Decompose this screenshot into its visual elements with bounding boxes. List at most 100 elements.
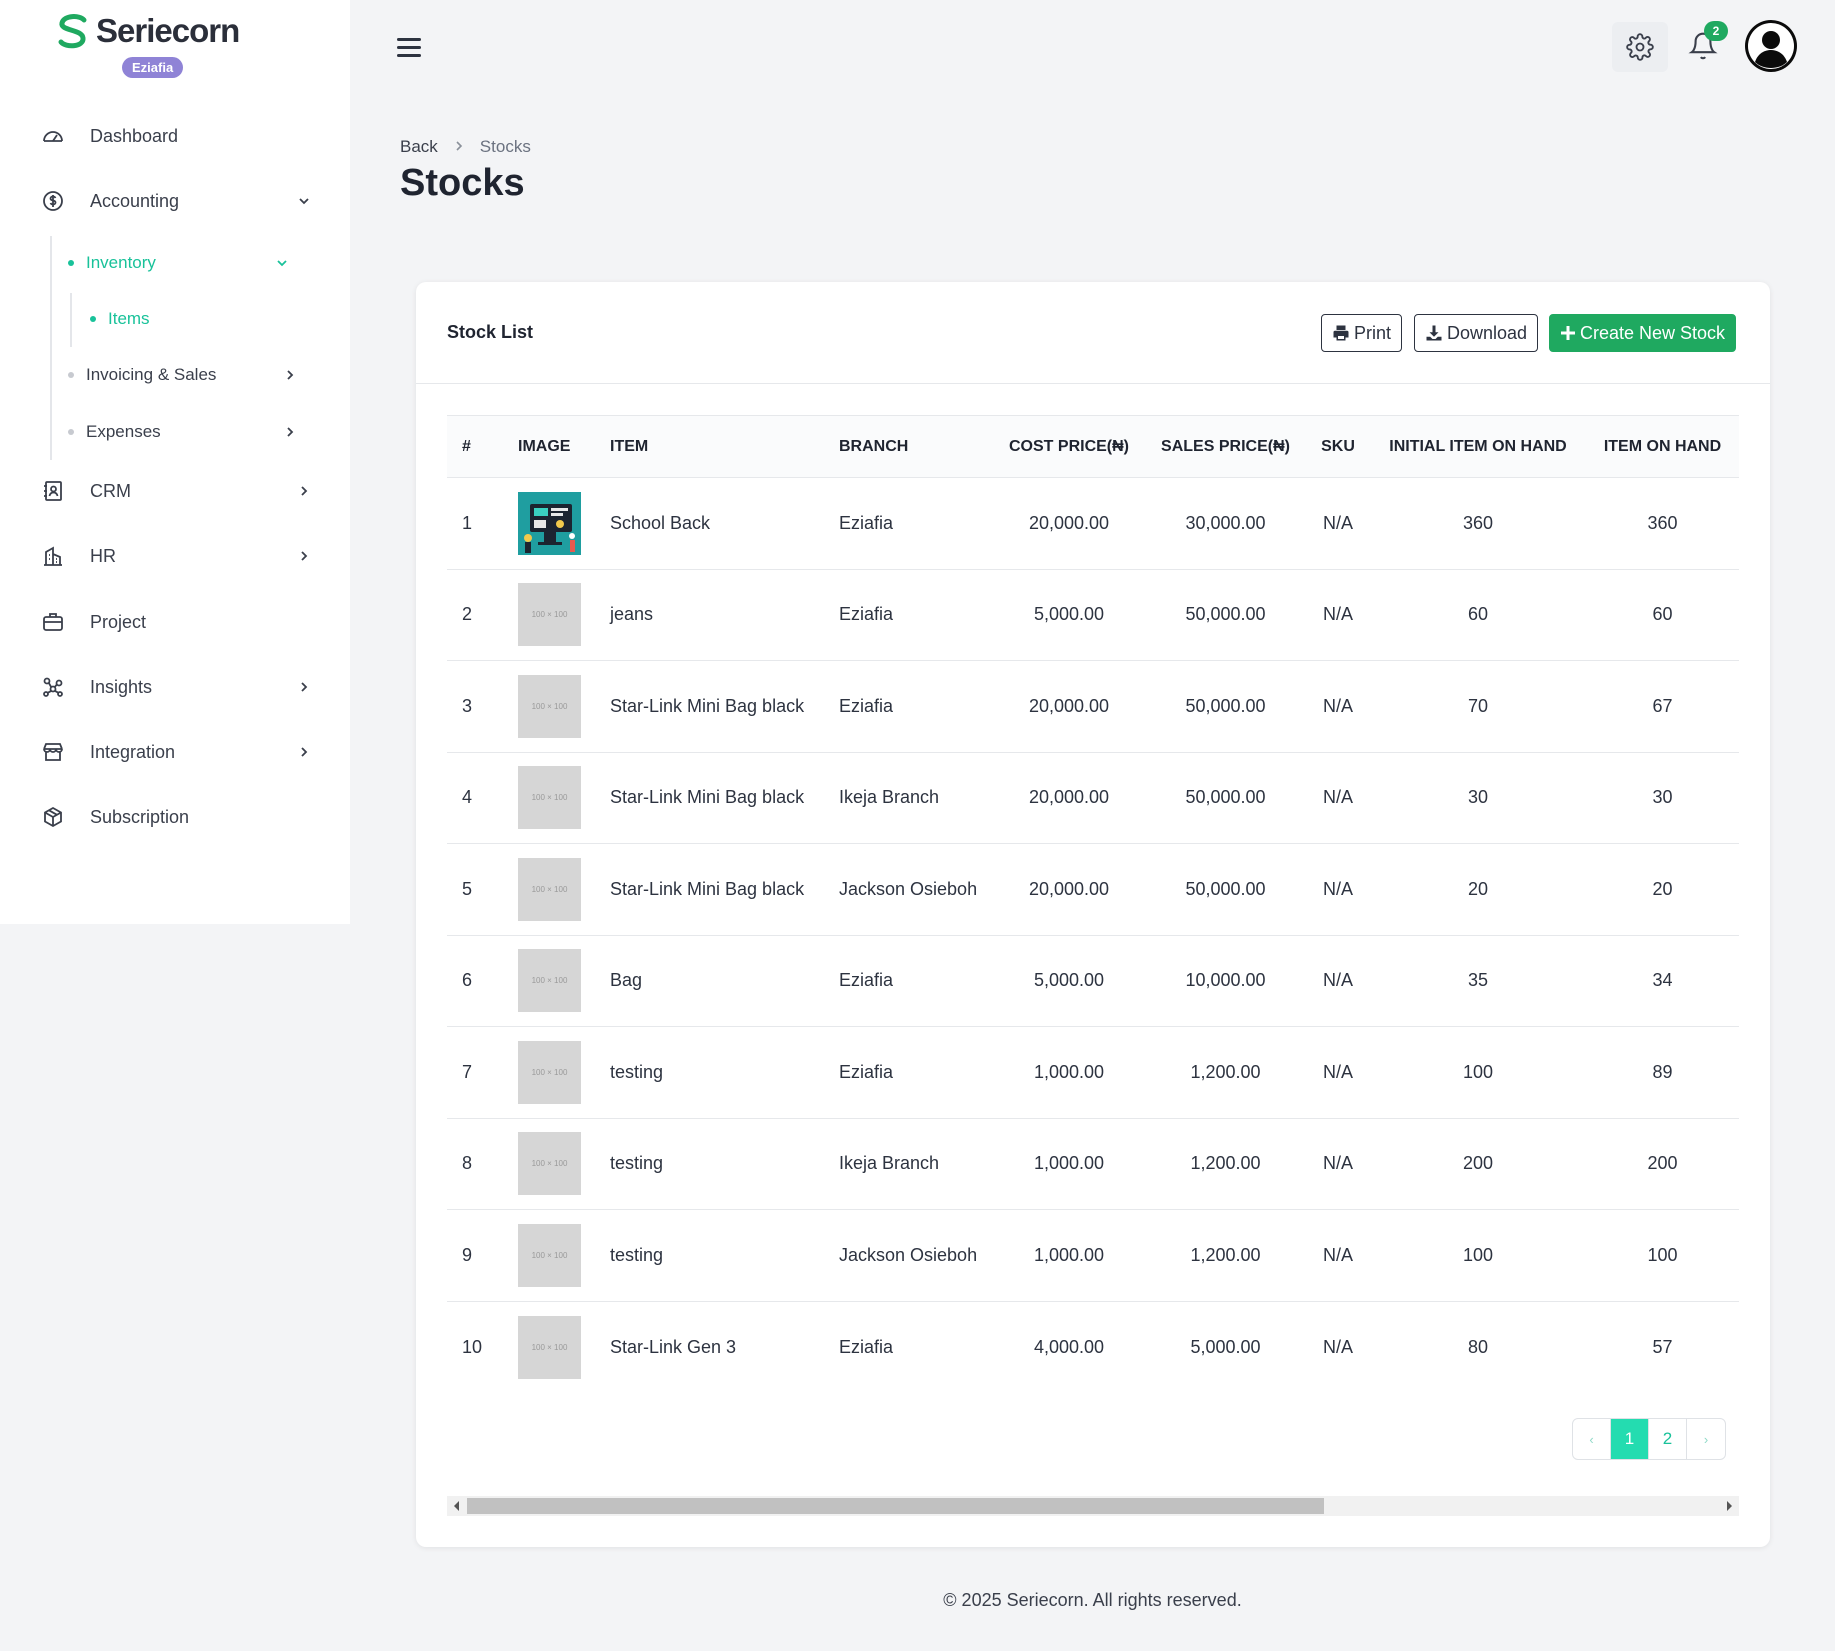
- sidebar-item-project[interactable]: Project: [40, 602, 312, 642]
- brand-logo[interactable]: Seriecorn: [54, 12, 240, 50]
- table-row[interactable]: 7 100 × 100 testing Eziafia 1,000.00 1,200.00…: [447, 1027, 1739, 1118]
- sidebar-item-label: CRM: [90, 480, 131, 501]
- sidebar-item-label: Invoicing & Sales: [86, 365, 217, 384]
- cell-sales-price: 1,200.00: [1190, 1153, 1261, 1174]
- scrollbar-thumb[interactable]: [467, 1498, 1324, 1514]
- user-avatar[interactable]: [1745, 20, 1797, 72]
- cell-sku: N/A: [1322, 695, 1353, 716]
- sidebar-item-expenses[interactable]: Expenses: [68, 422, 298, 442]
- table-row[interactable]: 9 100 × 100 testing Jackson Osieboh 1,000.00…: [447, 1210, 1739, 1302]
- print-button-label: Print: [1354, 322, 1392, 343]
- scroll-right-arrow-icon[interactable]: [1719, 1496, 1739, 1516]
- menu-toggle-icon[interactable]: [397, 38, 421, 58]
- sidebar-item-dashboard[interactable]: Dashboard: [40, 116, 312, 156]
- page-title: Stocks: [400, 162, 525, 204]
- item-image-placeholder[interactable]: 100 × 100: [518, 1315, 581, 1379]
- create-new-stock-button[interactable]: Create New Stock: [1549, 314, 1737, 352]
- cell-branch: Eziafia: [839, 695, 894, 716]
- card-title: Stock List: [447, 322, 534, 342]
- breadcrumb-current: Stocks: [479, 137, 531, 156]
- cell-on-hand: 100: [1647, 1244, 1678, 1265]
- scroll-left-arrow-icon[interactable]: [447, 1496, 467, 1516]
- cell-item: Star-Link Mini Bag black: [610, 878, 805, 899]
- cell-image: 100 × 100: [510, 569, 602, 661]
- table-row[interactable]: 2 100 × 100 jeans Eziafia 5,000.00 50,000.00 N…: [447, 569, 1739, 661]
- table-row[interactable]: 1 School Back Eziafia 20,000.00 30,000.00 N/A…: [447, 478, 1739, 569]
- pagination-page-1[interactable]: 1: [1611, 1419, 1649, 1459]
- workspace-badge: Eziafia: [122, 57, 184, 78]
- breadcrumb-back-link[interactable]: Back: [400, 137, 438, 157]
- pagination-prev-button[interactable]: ‹: [1573, 1419, 1611, 1459]
- plus-icon: [1560, 325, 1576, 341]
- chevron-down-icon[interactable]: [274, 255, 290, 271]
- column-header-number[interactable]: #: [447, 416, 510, 478]
- placeholder-size-label: 100 × 100: [531, 1067, 568, 1077]
- table-row[interactable]: 8 100 × 100 testing Ikeja Branch 1,000.00 1,2…: [447, 1118, 1739, 1210]
- column-header-branch[interactable]: BRANCH: [831, 416, 993, 478]
- item-image-placeholder[interactable]: 100 × 100: [518, 1040, 581, 1104]
- cell-initial-on-hand: 100: [1462, 1244, 1494, 1265]
- chevron-right-icon[interactable]: [296, 548, 312, 564]
- item-image-placeholder[interactable]: 100 × 100: [518, 857, 581, 921]
- table-row[interactable]: 5 100 × 100 Star-Link Mini Bag black Jackso…: [447, 844, 1739, 935]
- sidebar-item-accounting[interactable]: Accounting: [40, 181, 312, 221]
- chevron-right-icon[interactable]: [296, 744, 312, 760]
- sidebar-item-integration[interactable]: Integration: [40, 732, 312, 772]
- item-image-placeholder[interactable]: 100 × 100: [518, 766, 581, 830]
- cell-initial-on-hand: 80: [1467, 1336, 1489, 1357]
- submenu-tree-line: [50, 236, 52, 460]
- table-row[interactable]: 4 100 × 100 Star-Link Mini Bag black Ikeja …: [447, 752, 1739, 844]
- item-image-placeholder[interactable]: 100 × 100: [518, 949, 581, 1013]
- cell-sku: N/A: [1322, 1336, 1353, 1357]
- cell-image: 100 × 100: [510, 1301, 602, 1393]
- column-header-item[interactable]: ITEM: [602, 416, 831, 478]
- column-header-cost-price[interactable]: COST PRICE(₦): [993, 416, 1145, 478]
- chevron-right-icon[interactable]: [296, 679, 312, 695]
- cell-initial-on-hand: 60: [1467, 604, 1489, 625]
- horizontal-scrollbar[interactable]: [447, 1496, 1739, 1516]
- download-button[interactable]: Download: [1414, 314, 1539, 352]
- pagination-page-2[interactable]: 2: [1649, 1419, 1687, 1459]
- sidebar-item-inventory[interactable]: Inventory: [68, 253, 290, 273]
- sidebar-item-label: Items: [108, 309, 150, 328]
- cell-item: testing: [610, 1061, 664, 1082]
- cell-on-hand: 30: [1652, 787, 1673, 808]
- column-header-sales-price[interactable]: SALES PRICE(₦): [1145, 416, 1306, 478]
- cell-cost-price: 20,000.00: [1028, 695, 1110, 716]
- cell-item: jeans: [610, 604, 654, 625]
- item-image-placeholder[interactable]: 100 × 100: [518, 674, 581, 738]
- pagination-next-button[interactable]: ›: [1687, 1419, 1725, 1459]
- cell-image: 100 × 100: [510, 1210, 602, 1302]
- sidebar-item-invoicing-sales[interactable]: Invoicing & Sales: [68, 365, 298, 385]
- column-header-image[interactable]: IMAGE: [510, 416, 602, 478]
- stock-list-card: Stock List Print Download Create New Sto…: [416, 282, 1770, 1547]
- item-image-school-back[interactable]: [518, 491, 581, 555]
- table-row[interactable]: 6 100 × 100 Bag Eziafia 5,000.00 10,000.00 N/A…: [447, 935, 1739, 1027]
- sidebar-item-items[interactable]: Items: [90, 309, 150, 329]
- table-row[interactable]: 3 100 × 100 Star-Link Mini Bag black Eziafi…: [447, 661, 1739, 752]
- sidebar-item-crm[interactable]: CRM: [40, 471, 312, 511]
- item-image-placeholder[interactable]: 100 × 100: [518, 1223, 581, 1287]
- chevron-right-icon[interactable]: [296, 483, 312, 499]
- table-row[interactable]: 10 100 × 100 Star-Link Gen 3 Eziafia 4,000.0…: [447, 1301, 1739, 1393]
- item-image-placeholder[interactable]: 100 × 100: [518, 583, 581, 647]
- chevron-right-icon[interactable]: [282, 424, 298, 440]
- create-button-label: Create New Stock: [1580, 322, 1726, 343]
- cell-image: 100 × 100: [510, 935, 602, 1027]
- sidebar-item-hr[interactable]: HR: [40, 536, 312, 576]
- chevron-down-icon[interactable]: [296, 193, 312, 209]
- dashboard-gauge-icon: [40, 123, 66, 149]
- item-image-placeholder[interactable]: 100 × 100: [518, 1132, 581, 1196]
- sidebar-item-insights[interactable]: Insights: [40, 667, 312, 707]
- chevron-right-icon[interactable]: [282, 367, 298, 383]
- column-header-on-hand[interactable]: ITEM ON HAND: [1586, 416, 1739, 478]
- cell-cost-price: 20,000.00: [1028, 878, 1110, 899]
- column-header-sku[interactable]: SKU: [1306, 416, 1370, 478]
- column-header-initial-on-hand[interactable]: INITIAL ITEM ON HAND: [1370, 416, 1586, 478]
- print-button[interactable]: Print: [1321, 314, 1403, 352]
- storefront-icon: [40, 739, 66, 765]
- placeholder-size-label: 100 × 100: [531, 1159, 568, 1169]
- cell-sku: N/A: [1322, 787, 1353, 808]
- settings-button[interactable]: [1612, 22, 1668, 72]
- sidebar-item-subscription[interactable]: Subscription: [40, 797, 312, 837]
